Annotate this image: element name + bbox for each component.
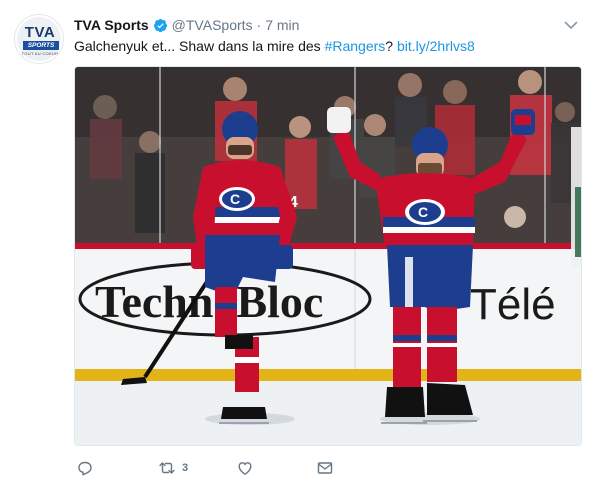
tweet-actions: 3 <box>74 458 474 478</box>
hashtag-link[interactable]: #Rangers <box>325 38 386 54</box>
chevron-down-icon[interactable] <box>562 16 580 34</box>
retweet-icon <box>159 462 175 474</box>
tweet-text-part: Galchenyuk et... Shaw dans la mire des <box>74 38 325 54</box>
header-separator: · <box>256 17 262 33</box>
direct-message-button[interactable] <box>316 458 334 478</box>
avatar[interactable]: TVA SPORTS TOUT AU COEUR <box>14 14 64 64</box>
tweet-header: TVA Sports @TVASports · 7 min <box>74 16 299 34</box>
hockey-celebration-photo: TechnoBloc Télé C C <box>75 67 581 445</box>
tweet-card[interactable]: TVA SPORTS TOUT AU COEUR TVA Sports @TVA… <box>0 0 595 484</box>
envelope-icon <box>317 462 333 474</box>
avatar-logo: TVA SPORTS TOUT AU COEUR <box>17 17 61 61</box>
like-button[interactable] <box>236 458 254 478</box>
board-ad-right: Télé <box>470 280 556 329</box>
user-handle[interactable]: @TVASports <box>172 17 253 33</box>
url-link[interactable]: bit.ly/2hrlvs8 <box>397 38 475 54</box>
reply-icon <box>78 461 92 476</box>
tweet-text-part: ? <box>385 38 397 54</box>
reply-button[interactable] <box>76 458 94 478</box>
verified-badge-icon <box>153 18 167 32</box>
svg-text:C: C <box>418 204 428 220</box>
retweet-button[interactable]: 3 <box>158 458 188 478</box>
display-name[interactable]: TVA Sports <box>74 17 149 33</box>
tweet-text: Galchenyuk et... Shaw dans la mire des #… <box>74 37 475 55</box>
avatar-logo-text: TVA <box>24 24 56 41</box>
avatar-logo-subtext: TOUT AU COEUR <box>21 51 59 56</box>
heart-icon <box>238 462 252 475</box>
retweet-count: 3 <box>182 462 189 474</box>
tweet-timestamp[interactable]: 7 min <box>265 17 299 33</box>
svg-text:C: C <box>230 191 240 207</box>
avatar-logo-band: SPORTS <box>23 41 59 50</box>
tweet-photo[interactable]: TechnoBloc Télé C C <box>74 66 582 446</box>
